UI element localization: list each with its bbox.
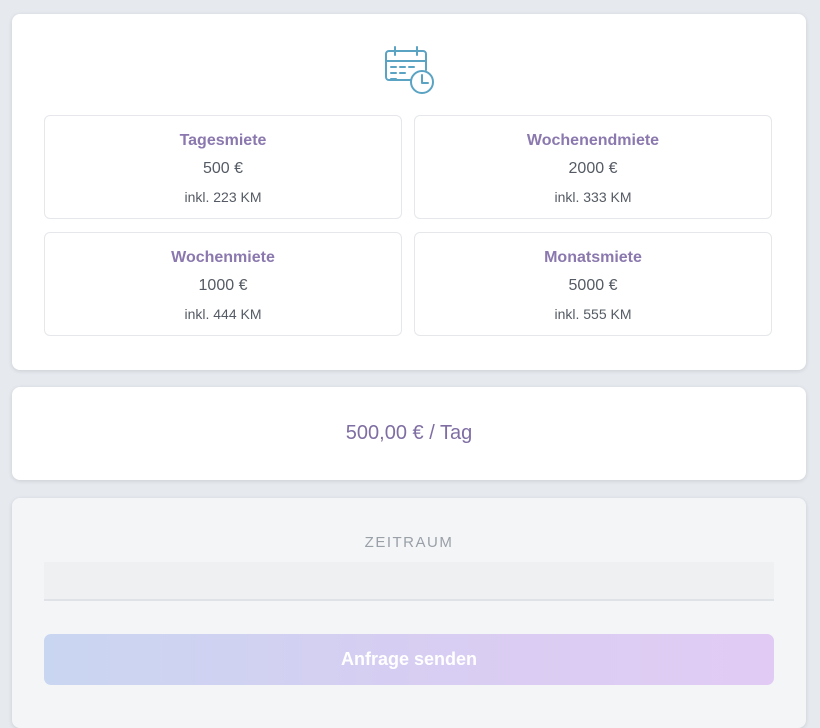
calendar-clock-icon (382, 44, 438, 98)
rate-tile-daily[interactable]: Tagesmiete 500 € inkl. 223 KM (44, 115, 402, 219)
period-input[interactable] (44, 562, 774, 601)
rate-price: 1000 € (198, 277, 248, 294)
period-label: ZEITRAUM (364, 534, 454, 551)
rate-price: 2000 € (568, 160, 618, 177)
send-request-button[interactable]: Anfrage senden (44, 634, 774, 685)
rate-name: Monatsmiete (544, 249, 642, 266)
request-form-card: ZEITRAUM Anfrage senden (12, 498, 806, 728)
rate-tile-monthly[interactable]: Monatsmiete 5000 € inkl. 555 KM (414, 232, 772, 336)
price-summary-card: 500,00 € / Tag (12, 387, 806, 480)
rates-card: Tagesmiete 500 € inkl. 223 KM Wochenendm… (12, 14, 806, 370)
rate-km: inkl. 444 KM (184, 306, 262, 322)
rate-name: Wochenmiete (171, 249, 275, 266)
rate-km: inkl. 333 KM (554, 189, 632, 205)
rate-km: inkl. 555 KM (554, 306, 632, 322)
rate-name: Tagesmiete (179, 132, 267, 149)
rate-price: 5000 € (568, 277, 618, 294)
rate-km: inkl. 223 KM (184, 189, 262, 205)
rate-name: Wochenendmiete (526, 132, 660, 149)
rate-price: 500 € (202, 160, 244, 177)
price-summary: 500,00 € / Tag (345, 422, 473, 444)
rate-tile-weekly[interactable]: Wochenmiete 1000 € inkl. 444 KM (44, 232, 402, 336)
rate-tile-weekend[interactable]: Wochenendmiete 2000 € inkl. 333 KM (414, 115, 772, 219)
